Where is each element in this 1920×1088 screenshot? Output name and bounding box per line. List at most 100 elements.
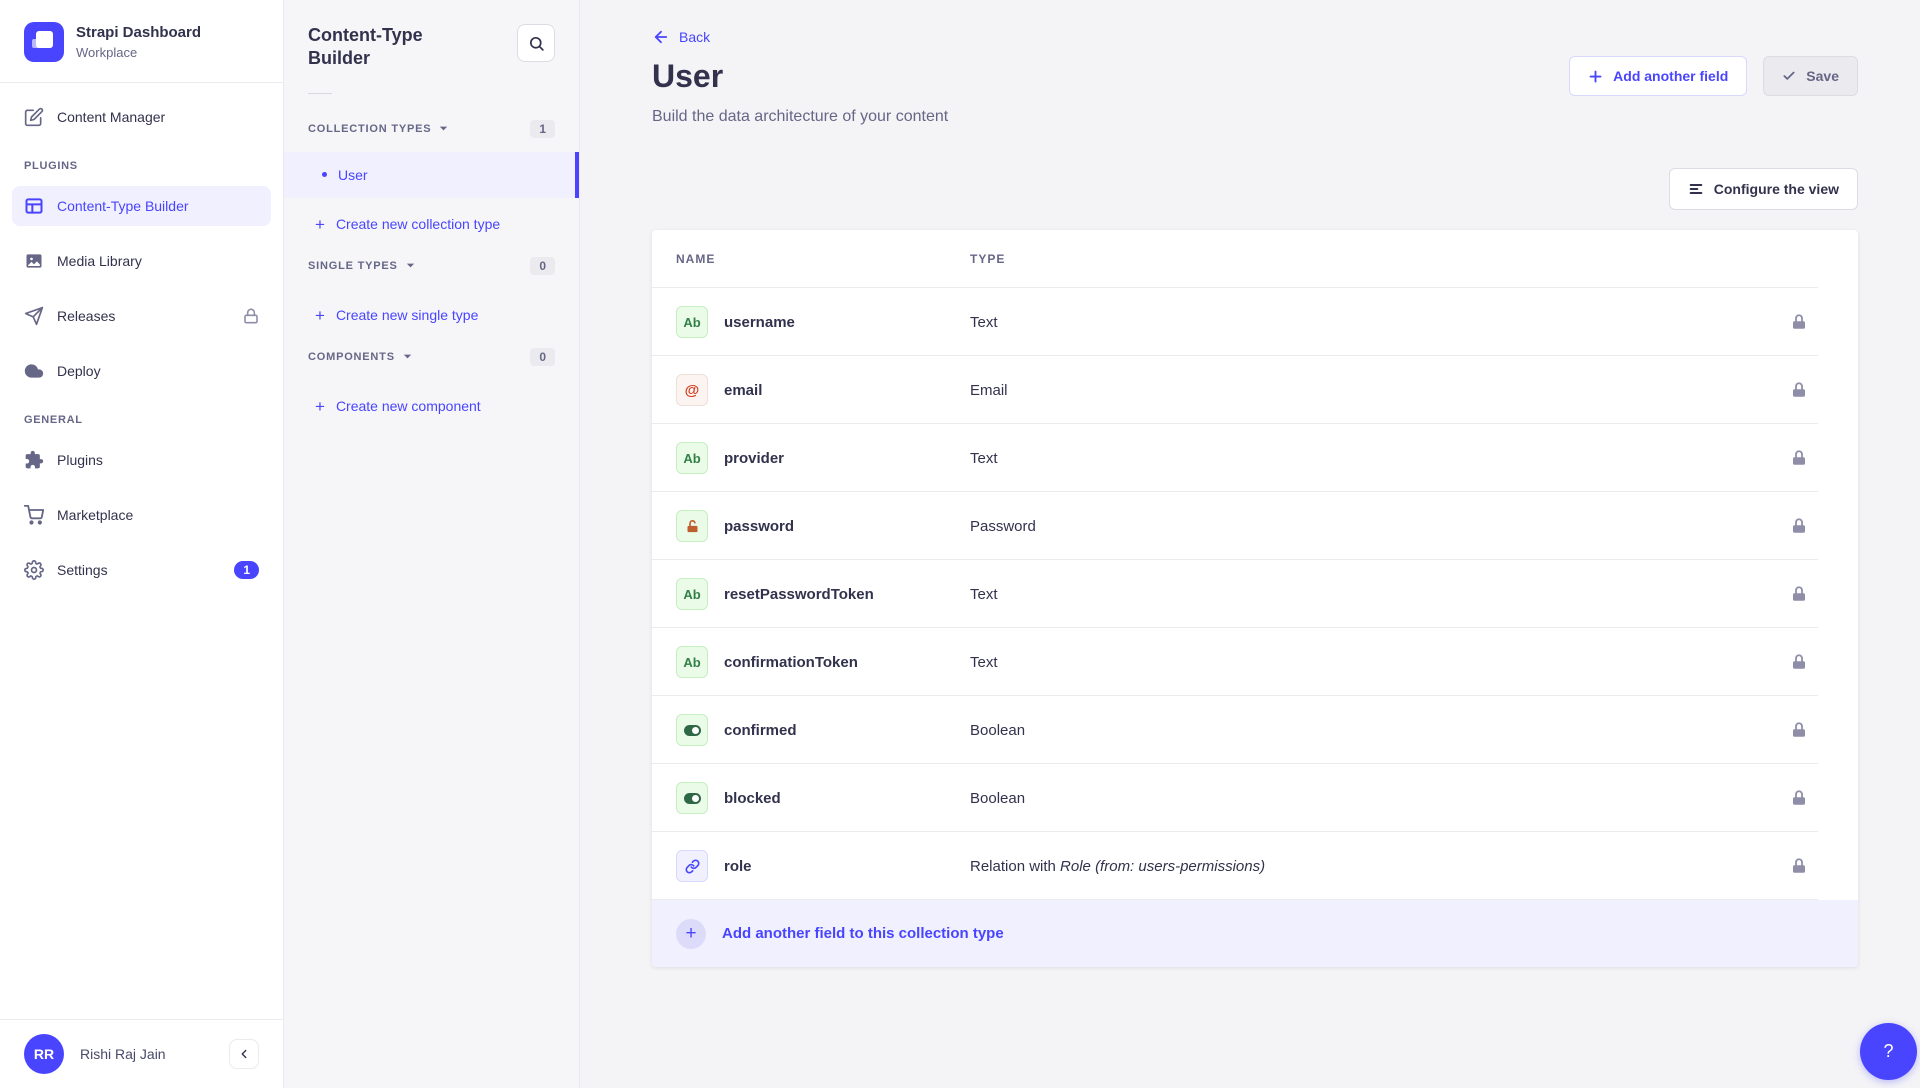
back-arrow-icon [652, 28, 670, 46]
settings-notification-badge: 1 [234, 561, 259, 579]
sidebar-item-label: Content-Type Builder [57, 198, 189, 214]
sidebar-item-label: Plugins [57, 452, 103, 468]
page-subtitle: Build the data architecture of your cont… [652, 108, 1858, 126]
add-field-to-collection-button[interactable]: + Add another field to this collection t… [652, 900, 1858, 967]
table-row[interactable]: @ email Email [652, 356, 1858, 424]
link-icon [685, 859, 700, 874]
table-row[interactable]: Ab confirmationToken Text [652, 628, 1858, 696]
image-icon [24, 251, 44, 271]
table-row[interactable]: confirmed Boolean [652, 696, 1858, 764]
password-field-icon [676, 510, 708, 542]
add-another-field-label: Add another field [1613, 68, 1728, 84]
toggle-icon [684, 725, 701, 736]
create-new-collection-type-link[interactable]: + Create new collection type [284, 204, 579, 245]
components-count: 0 [530, 348, 555, 366]
create-link-label: Create new collection type [336, 216, 500, 232]
paper-plane-icon [24, 306, 44, 326]
collection-types-header[interactable]: COLLECTION TYPES 1 [284, 118, 579, 140]
sidebar-collapse-button[interactable] [229, 1039, 259, 1069]
create-new-component-link[interactable]: + Create new component [284, 386, 579, 427]
field-name: email [724, 382, 762, 399]
plus-icon: + [315, 307, 325, 324]
table-row[interactable]: blocked Boolean [652, 764, 1858, 832]
field-name: role [724, 858, 752, 875]
configure-lines-icon [1688, 181, 1704, 197]
gear-icon [24, 560, 44, 580]
configure-the-view-label: Configure the view [1714, 181, 1839, 197]
field-type: Text [970, 586, 1790, 603]
shopping-cart-icon [24, 505, 44, 525]
table-row[interactable]: password Password [652, 492, 1858, 560]
configure-the-view-button[interactable]: Configure the view [1669, 168, 1858, 210]
sidebar-item-content-type-builder[interactable]: Content-Type Builder [12, 186, 271, 226]
lock-icon [1790, 313, 1834, 331]
field-type: Password [970, 518, 1790, 535]
avatar[interactable]: RR [24, 1034, 64, 1074]
sidebar-item-label: Media Library [57, 253, 142, 269]
field-type: Text [970, 654, 1790, 671]
content-type-builder-subnav: Content-Type Builder COLLECTION TYPES 1 … [284, 0, 580, 1088]
boolean-field-icon [676, 714, 708, 746]
single-types-header[interactable]: SINGLE TYPES 0 [284, 255, 579, 277]
field-name: blocked [724, 790, 781, 807]
boolean-field-icon [676, 782, 708, 814]
create-new-single-type-link[interactable]: + Create new single type [284, 295, 579, 336]
sidebar-item-settings[interactable]: Settings 1 [12, 550, 271, 590]
sidebar-item-deploy[interactable]: Deploy [12, 351, 271, 391]
sidebar-item-label: Settings [57, 562, 108, 578]
field-name: confirmationToken [724, 654, 858, 671]
fields-table: NAME TYPE Ab username Text @ email Email… [652, 230, 1858, 967]
field-name: username [724, 314, 795, 331]
text-field-icon: Ab [676, 306, 708, 338]
components-header[interactable]: COMPONENTS 0 [284, 346, 579, 368]
puzzle-icon [24, 450, 44, 470]
text-field-icon: Ab [676, 646, 708, 678]
table-row[interactable]: role Relation with Role (from: users-per… [652, 832, 1858, 900]
field-name: provider [724, 450, 784, 467]
workspace-title: Strapi Dashboard [76, 24, 201, 43]
sidebar-item-releases[interactable]: Releases [12, 296, 271, 336]
field-type: Relation with Role (from: users-permissi… [970, 858, 1790, 875]
lock-icon [1790, 449, 1834, 467]
field-name: confirmed [724, 722, 797, 739]
subnav-title: Content-Type Builder [308, 24, 468, 71]
plus-icon: + [676, 919, 706, 949]
field-type: Boolean [970, 722, 1790, 739]
table-header: NAME TYPE [652, 230, 1858, 288]
back-label: Back [679, 29, 710, 45]
plus-icon: + [315, 216, 325, 233]
workspace-brand[interactable]: Strapi Dashboard Workplace [0, 0, 283, 82]
components-label: COMPONENTS [308, 351, 395, 363]
field-type: Boolean [970, 790, 1790, 807]
search-button[interactable] [517, 24, 555, 62]
collapse-chevron-icon [237, 1047, 251, 1061]
pencil-square-icon [24, 107, 44, 127]
back-link[interactable]: Back [652, 28, 710, 46]
chevron-down-icon [438, 123, 449, 134]
toggle-icon [684, 793, 701, 804]
sidebar-item-plugins[interactable]: Plugins [12, 440, 271, 480]
field-type: Text [970, 450, 1790, 467]
sidebar-section-general: GENERAL [24, 414, 259, 426]
plus-icon [1588, 69, 1603, 84]
field-name: password [724, 518, 794, 535]
lock-icon [243, 308, 259, 324]
chevron-down-icon [402, 351, 413, 362]
table-row[interactable]: Ab username Text [652, 288, 1858, 356]
lock-icon [1790, 517, 1834, 535]
single-types-count: 0 [530, 257, 555, 275]
relation-target: Role (from: users-permissions) [1060, 858, 1265, 875]
table-row[interactable]: Ab resetPasswordToken Text [652, 560, 1858, 628]
sidebar-item-marketplace[interactable]: Marketplace [12, 495, 271, 535]
collection-type-item-user[interactable]: User [284, 152, 579, 198]
plus-icon: + [315, 398, 325, 415]
table-row[interactable]: Ab provider Text [652, 424, 1858, 492]
single-types-label: SINGLE TYPES [308, 260, 398, 272]
save-button[interactable]: Save [1763, 56, 1858, 96]
help-button[interactable]: ? [1860, 1023, 1917, 1080]
sidebar-user-footer: RR Rishi Raj Jain [0, 1019, 283, 1088]
add-another-field-button[interactable]: Add another field [1569, 56, 1747, 96]
sidebar-item-media-library[interactable]: Media Library [12, 241, 271, 281]
bullet-icon [322, 172, 327, 177]
sidebar-item-content-manager[interactable]: Content Manager [12, 97, 271, 137]
